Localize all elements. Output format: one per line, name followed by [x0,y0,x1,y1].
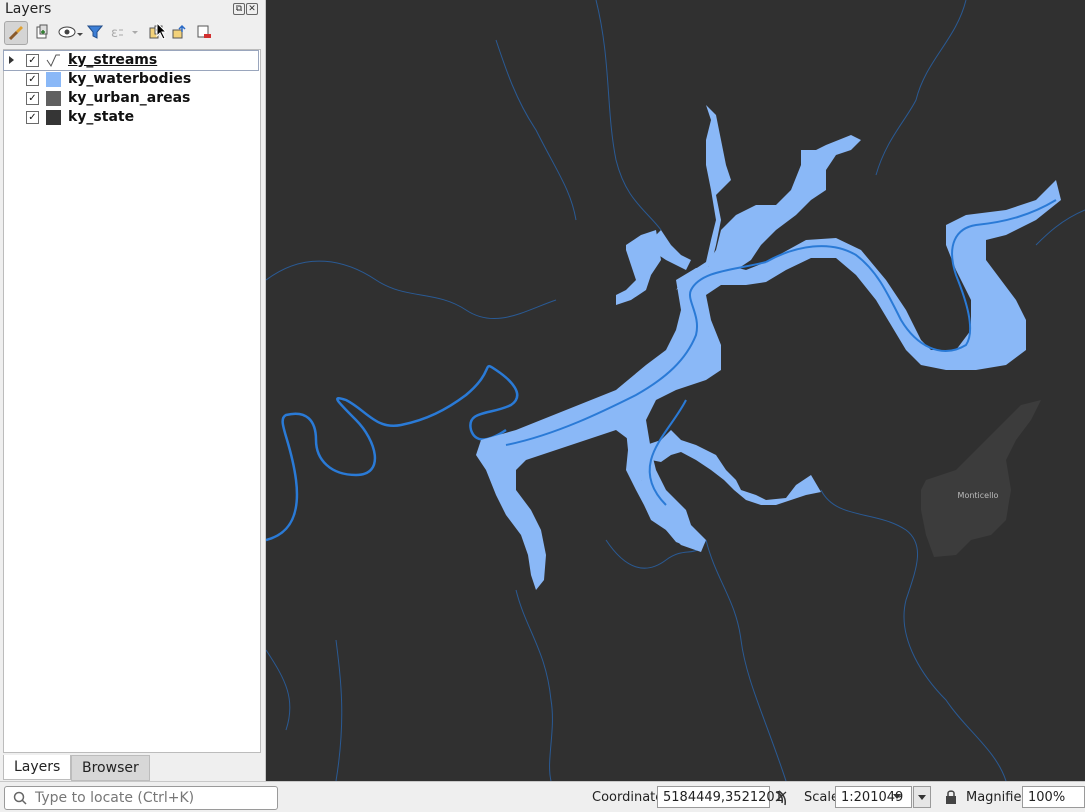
coordinate-label: Coordinate [592,790,664,805]
layers-toolbar: ε [4,21,262,45]
coordinate-field[interactable]: 5184449,3521201 [657,786,783,808]
search-icon [13,791,27,805]
layer-visibility-checkbox[interactable]: ✓ [26,92,39,105]
layer-visibility-checkbox[interactable]: ✓ [26,54,39,67]
fill-symbol-icon [46,72,61,87]
layer-row-ky-waterbodies[interactable]: ✓ ky_waterbodies [4,70,258,89]
layer-visibility-checkbox[interactable]: ✓ [26,111,39,124]
layer-row-ky-urban-areas[interactable]: ✓ ky_urban_areas [4,89,258,108]
tab-browser[interactable]: Browser [71,755,150,781]
scale-dropdown-icon[interactable] [893,794,901,799]
urban-area-label: Monticello [958,491,999,500]
locator-placeholder: Type to locate (Ctrl+K) [35,790,195,806]
close-panel-icon[interactable]: ✕ [246,3,258,15]
map-canvas[interactable]: Monticello [266,0,1085,781]
add-group-icon[interactable] [31,21,53,43]
filter-by-expression-icon[interactable]: ε [108,21,142,43]
toggle-extents-icon[interactable] [773,789,791,807]
layer-row-ky-streams[interactable]: ✓ ky_streams [3,50,259,71]
remove-layer-icon[interactable] [193,21,215,43]
layer-visibility-checkbox[interactable]: ✓ [26,73,39,86]
collapse-all-icon[interactable] [168,21,190,43]
lock-scale-icon[interactable] [944,789,958,805]
line-symbol-icon [46,54,60,68]
layers-panel: Layers ⧉ ✕ ε ✓ ky_streams ✓ ky_waterbodi… [0,0,266,781]
scale-label: Scale [804,790,839,805]
map-svg[interactable]: Monticello [266,0,1085,781]
expand-arrow-icon[interactable] [9,56,14,64]
open-layer-styling-icon[interactable] [4,21,28,45]
status-bar: Type to locate (Ctrl+K) Coordinate 51844… [0,781,1085,812]
fill-symbol-icon [46,110,61,125]
minor-streams [266,0,1085,781]
layer-name: ky_state [68,109,135,125]
fill-symbol-icon [46,91,61,106]
layer-tree: ✓ ky_streams ✓ ky_waterbodies ✓ ky_urban… [3,49,261,753]
magnifier-label: Magnifier [966,790,1027,805]
scale-dropdown-button[interactable] [913,786,931,808]
filter-legend-icon[interactable] [84,21,106,43]
urban-area-polygon [921,400,1041,557]
layer-row-ky-state[interactable]: ✓ ky_state [4,108,258,127]
svg-text:ε: ε [111,26,118,40]
tab-layers[interactable]: Layers [3,755,72,780]
layer-name: ky_streams [68,52,158,68]
layer-name: ky_waterbodies [68,71,192,87]
locator-search-input[interactable]: Type to locate (Ctrl+K) [4,786,278,810]
panel-title: Layers [5,1,52,17]
manage-visibility-icon[interactable] [56,21,86,43]
layer-name: ky_urban_areas [68,90,191,106]
mouse-cursor-icon [156,22,168,40]
magnifier-field[interactable]: 100% [1022,786,1085,808]
float-panel-icon[interactable]: ⧉ [233,3,245,15]
